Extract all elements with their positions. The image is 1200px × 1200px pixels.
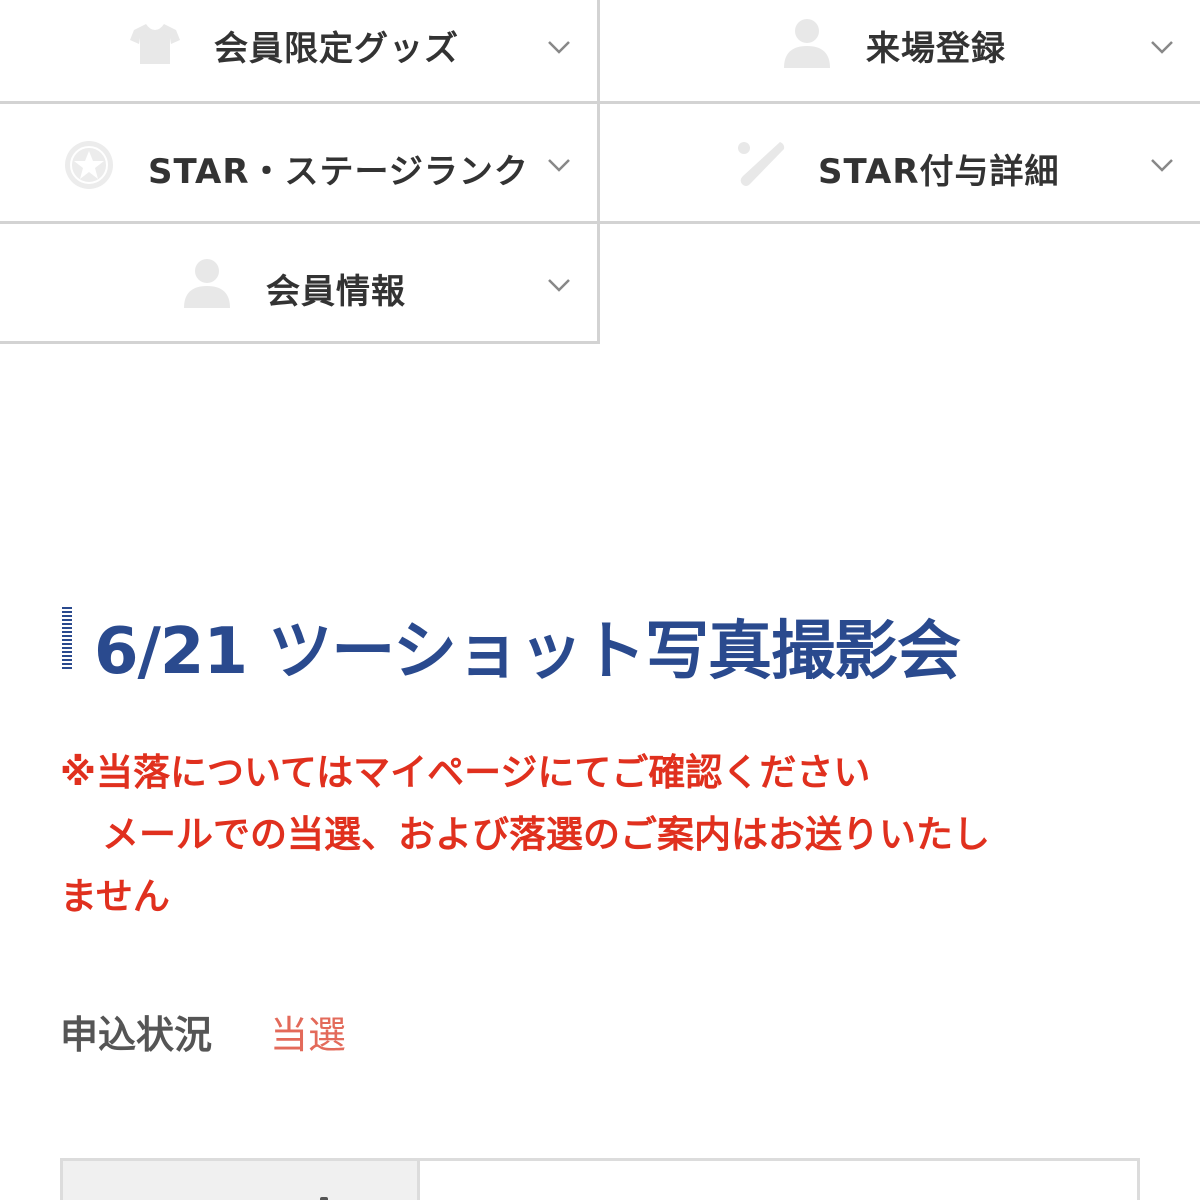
chevron-down-icon <box>1151 159 1173 172</box>
menu-item-member-goods[interactable]: 会員限定グッズ <box>0 0 600 104</box>
menu-item-label: 来場登録 <box>866 29 1006 69</box>
menu-item-star-stage-rank[interactable]: STAR・ステージランク <box>0 104 600 224</box>
baseball-bat-icon <box>738 142 785 186</box>
menu-item-label: STAR・ステージランク <box>148 152 529 192</box>
application-status-value: 当選 <box>270 1013 347 1057</box>
chevron-down-icon <box>1151 41 1173 54</box>
star-medal-icon <box>65 141 113 189</box>
menu-item-label: 会員限定グッズ <box>214 29 459 69</box>
chevron-down-icon <box>548 279 570 292</box>
chevron-down-icon <box>548 41 570 54</box>
person-icon <box>784 19 830 68</box>
tshirt-icon <box>130 24 180 64</box>
notice-line: メールでの当選、および落選のご案内はお送りいたし <box>102 813 990 856</box>
menu-item-member-info[interactable]: 会員情報 <box>0 224 600 344</box>
menu-item-label: STAR付与詳細 <box>818 152 1060 192</box>
page-title: 6/21 ツーショット写真撮影会 <box>94 615 961 689</box>
chevron-down-icon <box>548 159 570 172</box>
lottery-notice: ※当落についてはマイページにてご確認ください メールでの当選、および落選のご案内… <box>60 742 1160 928</box>
table-header-cell <box>63 1161 420 1200</box>
application-status-label: 申込状況 <box>60 1013 213 1057</box>
notice-line: ※当落についてはマイページにてご確認ください <box>60 751 871 794</box>
menu-item-label: 会員情報 <box>266 272 406 312</box>
menu-item-visit-registration[interactable]: 来場登録 <box>600 0 1200 104</box>
notice-line: ません <box>60 875 170 918</box>
heading-accent-bar <box>62 607 72 671</box>
details-table <box>60 1158 1140 1200</box>
person-icon <box>184 259 230 308</box>
menu-item-star-details[interactable]: STAR付与詳細 <box>600 104 1200 224</box>
